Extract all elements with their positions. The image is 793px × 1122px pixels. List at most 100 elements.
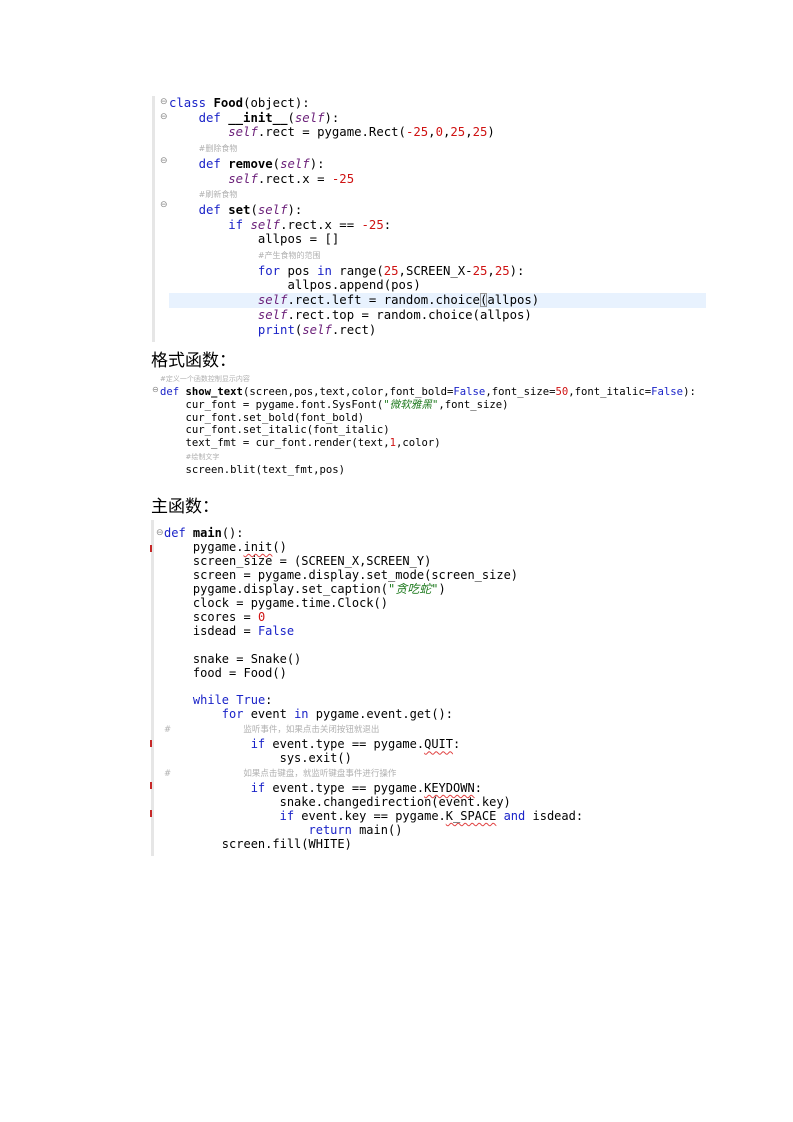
- fold-marker-icon[interactable]: ⊖: [160, 97, 168, 107]
- self-keyword: self: [280, 156, 310, 171]
- keyword: def: [198, 156, 221, 171]
- code-text: screen = pygame.display.set_mode(screen_…: [192, 567, 519, 582]
- keyword: for: [257, 263, 281, 278]
- self-keyword: self: [294, 110, 325, 125]
- keyword: def: [160, 385, 180, 398]
- code-comment: #删除食物: [198, 144, 238, 154]
- keyword: and: [503, 809, 526, 824]
- code-text: (: [287, 110, 295, 125]
- code-line: cur_font.set_bold(font_bold): [160, 412, 700, 425]
- string-literal: "贪吃蛇": [387, 581, 439, 596]
- fold-marker-icon[interactable]: ⊖: [160, 112, 168, 122]
- string-literal: "微软雅黑": [383, 398, 439, 411]
- keyword: for: [221, 707, 244, 722]
- code-line: #定义一个函数控制显示内容: [160, 372, 700, 386]
- code-text: :: [453, 737, 461, 752]
- code-text: ,SCREEN_X-: [398, 263, 473, 278]
- code-line: if event.key == pygame.K_SPACE and isdea…: [164, 809, 704, 824]
- self-keyword: self: [228, 171, 258, 186]
- code-text: screen.blit(text_fmt,pos): [185, 463, 345, 476]
- code-text: isdead =: [192, 623, 258, 638]
- code-text: clock = pygame.time.Clock(): [192, 595, 388, 610]
- code-text: ): [487, 125, 495, 140]
- code-line: self.rect.x = -25: [169, 172, 706, 187]
- breakpoint-marker-icon[interactable]: [150, 740, 152, 747]
- keyword: if: [250, 737, 266, 752]
- code-line: text_fmt = cur_font.render(text,1,color): [160, 437, 700, 450]
- number: 25: [450, 125, 466, 140]
- code-text: allpos = []: [257, 232, 340, 247]
- breakpoint-marker-icon[interactable]: [150, 810, 152, 817]
- code-text: main(): [351, 823, 403, 838]
- code-line: #绘制文字: [160, 450, 700, 464]
- code-text: event.type == pygame.: [265, 781, 425, 796]
- code-block-show-text: #定义一个函数控制显示内容 def show_text(screen,pos,t…: [160, 372, 700, 477]
- code-line: def __init__(self):: [169, 111, 706, 126]
- code-text: ():: [221, 526, 244, 540]
- keyword: True: [236, 693, 266, 708]
- code-text: event.type == pygame.: [265, 737, 425, 752]
- code-text: :: [265, 693, 273, 708]
- code-line: if self.rect.x == -25:: [169, 218, 706, 233]
- code-text: .rect.x ==: [280, 217, 362, 232]
- code-comment: #刷新食物: [198, 190, 238, 200]
- code-line: cur_font = pygame.font.SysFont("微软雅黑",fo…: [160, 399, 700, 412]
- code-text: pygame.event.get():: [308, 707, 454, 722]
- code-text: ):: [309, 156, 325, 171]
- code-block-food-class: class Food(object): def __init__(self): …: [169, 96, 706, 337]
- fold-marker-icon[interactable]: ⊖: [160, 156, 168, 166]
- code-text: ,: [465, 125, 473, 140]
- spellcheck-underlined-text: init: [243, 539, 273, 554]
- code-comment: 监听事件，如果点击关闭按钮就退出: [243, 725, 380, 736]
- code-text: ,font_size=: [485, 385, 556, 398]
- spellcheck-underlined-text: K_SPACE: [445, 809, 497, 824]
- breakpoint-marker-icon[interactable]: [150, 782, 152, 789]
- code-comment: 如果点击键盘，就监听键盘事件进行操作: [243, 769, 397, 780]
- number: 25: [472, 125, 488, 140]
- code-line: food = Food(): [164, 665, 704, 681]
- code-line: snake.changedirection(event.key): [164, 795, 704, 810]
- code-line: def remove(self):: [169, 157, 706, 172]
- breakpoint-marker-icon[interactable]: [150, 545, 152, 552]
- code-text: .rect.left = random.choice: [287, 293, 480, 308]
- number: -25: [331, 171, 355, 186]
- fold-marker-icon[interactable]: ⊖: [160, 200, 168, 210]
- code-line: self.rect = pygame.Rect(-25,0,25,25): [169, 125, 706, 140]
- code-line: for pos in range(25,SCREEN_X-25,25):: [169, 264, 706, 279]
- fold-marker-icon[interactable]: ⊖: [152, 385, 159, 394]
- number: -25: [361, 217, 384, 232]
- code-comment-hash: #: [164, 769, 172, 780]
- code-line: while True:: [164, 693, 704, 708]
- function-name: main: [192, 526, 222, 540]
- code-text: cur_font = pygame.font.SysFont(: [185, 398, 384, 411]
- keyword: print: [257, 322, 295, 337]
- keyword: return: [308, 823, 352, 838]
- self-keyword: self: [257, 202, 288, 217]
- code-text: cur_font.set_italic(font_italic): [185, 424, 390, 437]
- code-text: (: [272, 156, 281, 171]
- code-text: .rect.x =: [257, 171, 332, 186]
- fold-marker-icon[interactable]: ⊖: [156, 528, 164, 538]
- highlighted-code-line[interactable]: self.rect.left = random.choice(allpos): [169, 293, 706, 308]
- code-text: (screen,pos,text,color,font_bold=: [242, 385, 454, 398]
- code-text: .rect): [331, 322, 377, 337]
- code-text: ):: [509, 263, 525, 278]
- code-line: print(self.rect): [169, 323, 706, 338]
- number: 25: [494, 263, 510, 278]
- code-text: event: [243, 707, 295, 722]
- number: 25: [472, 263, 488, 278]
- code-text: snake = Snake(): [192, 651, 302, 666]
- section-heading: 主函数：: [151, 497, 219, 517]
- code-block-main: def main(): pygame.init() screen_size = …: [164, 526, 704, 852]
- spellcheck-underlined-text: KEYDOWN: [424, 781, 475, 796]
- code-text: food = Food(): [192, 665, 287, 680]
- code-text: ): [438, 581, 446, 596]
- code-line: screen = pygame.display.set_mode(screen_…: [164, 567, 704, 583]
- code-text: ):: [287, 202, 303, 217]
- function-name: set: [228, 202, 251, 217]
- keyword: False: [453, 385, 486, 398]
- code-text: (object):: [243, 96, 310, 110]
- code-comment-hash: #: [164, 725, 172, 736]
- code-text: pygame.: [192, 539, 244, 554]
